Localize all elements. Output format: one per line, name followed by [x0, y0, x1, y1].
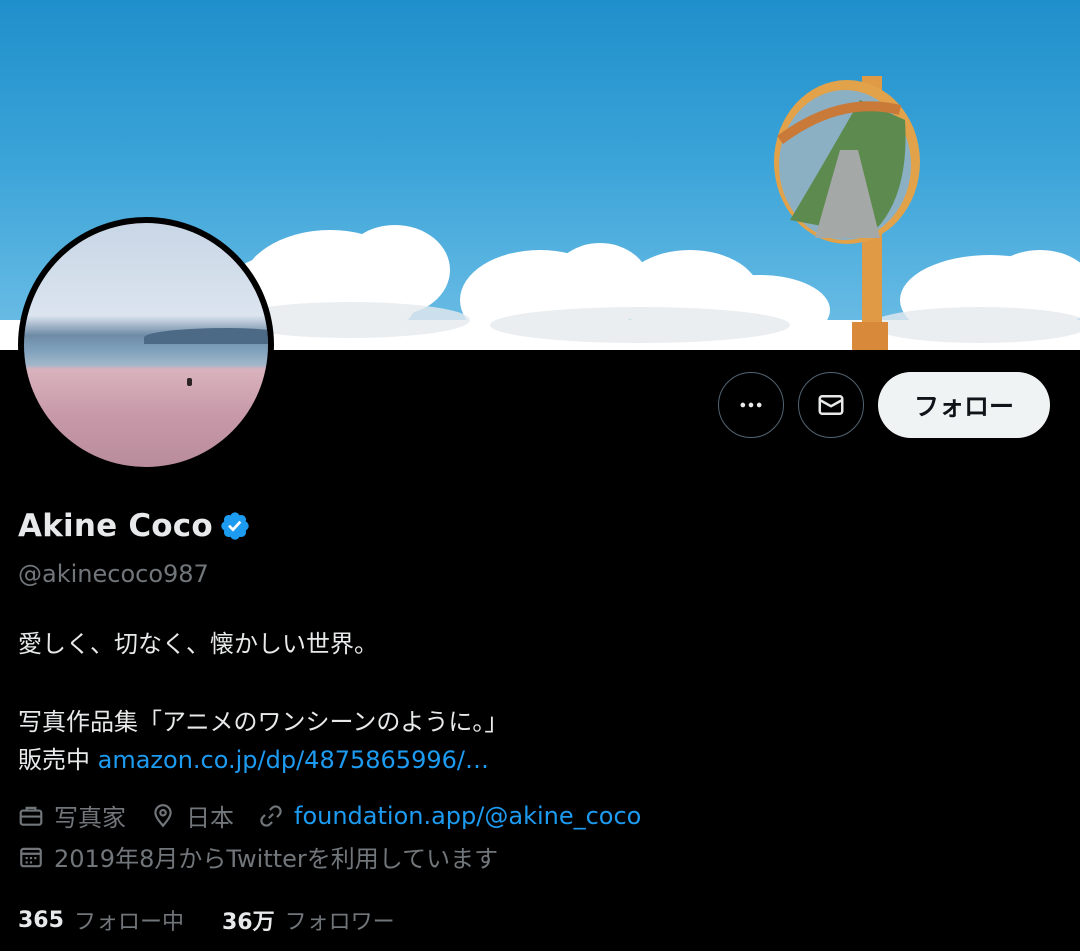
profile-meta: 写真家 日本 foundation.app/@akine_coco — [18, 798, 665, 833]
bio-line: 販売中 amazon.co.jp/dp/4875865996/… — [18, 740, 489, 775]
joined-row: 2019年8月からTwitterを利用しています — [18, 839, 522, 874]
bio-line: 愛しく、切なく、懐かしい世界。 — [18, 630, 378, 658]
more-button[interactable] — [718, 372, 784, 438]
profession-item: 写真家 — [18, 798, 126, 833]
avatar[interactable] — [18, 217, 274, 473]
link-icon — [260, 804, 282, 827]
briefcase-icon — [19, 806, 43, 826]
follow-button[interactable]: フォロー — [878, 372, 1050, 438]
location-text: 日本 — [186, 804, 234, 832]
joined-text: 2019年8月からTwitterを利用しています — [54, 845, 499, 873]
following-link[interactable]: 365 フォロー中 — [18, 904, 184, 936]
location-item: 日本 — [150, 798, 234, 833]
following-label: フォロー中 — [73, 910, 184, 935]
website-item[interactable]: foundation.app/@akine_coco — [258, 802, 641, 830]
message-button[interactable] — [798, 372, 864, 438]
joined-item: 2019年8月からTwitterを利用しています — [18, 839, 498, 874]
profile-name: Akine Coco — [18, 508, 213, 544]
mail-icon — [818, 395, 844, 415]
profile-handle: @akinecoco987 — [18, 560, 209, 588]
bio-line: 写真作品集「アニメのワンシーンのように。」 — [18, 708, 509, 736]
avatar-person — [187, 378, 192, 386]
bio-text: 販売中 — [18, 746, 98, 774]
following-count: 365 — [18, 907, 64, 933]
verified-badge-icon[interactable] — [219, 510, 251, 542]
followers-link[interactable]: 36万 フォロワー — [222, 904, 395, 936]
avatar-hills — [144, 328, 268, 344]
calendar-icon — [20, 847, 42, 867]
avatar-image — [24, 223, 268, 467]
website-link[interactable]: foundation.app/@akine_coco — [294, 802, 641, 830]
profile-stats: 365 フォロー中 36万 フォロワー — [18, 904, 433, 936]
more-dots-icon — [740, 402, 762, 408]
profile-name-row: Akine Coco — [18, 508, 251, 544]
followers-count: 36万 — [221, 910, 275, 935]
profession-text: 写真家 — [54, 804, 126, 832]
location-pin-icon — [154, 803, 172, 827]
bio-link[interactable]: amazon.co.jp/dp/4875865996/… — [98, 746, 489, 774]
followers-label: フォロワー — [284, 910, 395, 935]
